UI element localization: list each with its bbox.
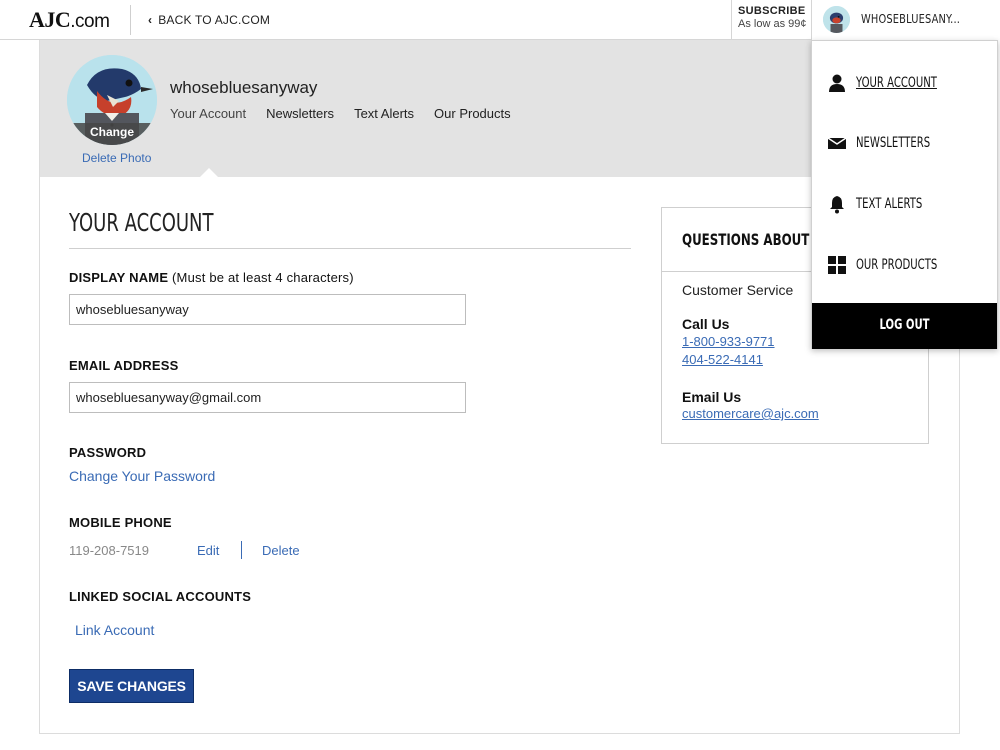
profile-avatar[interactable]: Change — [67, 55, 157, 145]
password-label: PASSWORD — [69, 445, 147, 460]
display-name-label-text: DISPLAY NAME — [69, 270, 169, 285]
link-account-link[interactable]: Link Account — [75, 622, 154, 638]
username-short: WHOSEBLUESANY... — [861, 12, 961, 26]
mobile-phone-label: MOBILE PHONE — [69, 515, 172, 530]
customer-service-label: Customer Service — [682, 282, 794, 298]
save-changes-button[interactable]: SAVE CHANGES — [69, 669, 194, 703]
delete-phone-link[interactable]: Delete — [262, 543, 300, 558]
envelope-icon — [827, 137, 847, 149]
user-dropdown-menu: YOUR ACCOUNT NEWSLETTERS TEXT ALERTS OUR… — [811, 40, 998, 349]
display-name-label: DISPLAY NAME (Must be at least 4 charact… — [69, 270, 354, 285]
logo-suffix: .com — [70, 11, 110, 32]
logo-main: AJC — [29, 7, 71, 32]
top-bar: AJC.com ‹ BACK TO AJC.COM SUBSCRIBE As lo… — [0, 0, 1000, 40]
change-photo-button[interactable]: Change — [67, 123, 157, 145]
back-link-label: BACK TO AJC.COM — [158, 13, 271, 27]
log-out-label: LOG OUT — [879, 317, 930, 333]
delete-photo-link[interactable]: Delete Photo — [82, 151, 151, 165]
profile-nav: Your Account Newsletters Text Alerts Our… — [170, 106, 531, 121]
divider — [69, 248, 631, 249]
support-email-link[interactable]: customercare@ajc.com — [682, 406, 819, 421]
tab-text-alerts[interactable]: Text Alerts — [354, 106, 414, 121]
email-us-label: Email Us — [682, 389, 742, 405]
bell-icon — [830, 196, 844, 214]
top-divider — [130, 5, 131, 35]
phone-link-2[interactable]: 404-522-4141 — [682, 352, 763, 367]
questions-title: QUESTIONS ABOUT Y — [682, 230, 823, 249]
tab-your-account[interactable]: Your Account — [170, 106, 246, 121]
phone-action-separator — [241, 541, 242, 559]
menu-item-label: OUR PRODUCTS — [856, 257, 938, 273]
page-title: YOUR ACCOUNT — [69, 208, 214, 237]
subscribe-price: As low as 99¢ — [738, 18, 807, 30]
call-us-label: Call Us — [682, 316, 730, 332]
tab-newsletters[interactable]: Newsletters — [266, 106, 334, 121]
email-label: EMAIL ADDRESS — [69, 358, 179, 373]
display-name-hint: (Must be at least 4 characters) — [172, 270, 354, 285]
active-tab-caret — [200, 168, 218, 177]
menu-item-label: TEXT ALERTS — [856, 196, 923, 212]
ajc-logo[interactable]: AJC.com — [29, 7, 110, 33]
back-to-ajc-link[interactable]: ‹ BACK TO AJC.COM — [148, 13, 270, 27]
email-field[interactable] — [69, 382, 466, 413]
menu-item-label: YOUR ACCOUNT — [856, 75, 937, 91]
person-icon — [829, 74, 845, 92]
avatar — [823, 6, 850, 33]
mobile-phone-value: 119-208-7519 — [69, 543, 149, 558]
menu-item-text-alerts[interactable]: TEXT ALERTS — [812, 184, 997, 224]
linked-social-label: LINKED SOCIAL ACCOUNTS — [69, 589, 252, 604]
user-menu-button[interactable]: WHOSEBLUESANY... — [811, 0, 1000, 40]
change-password-link[interactable]: Change Your Password — [69, 468, 215, 484]
subscribe-title: SUBSCRIBE — [738, 5, 806, 17]
log-out-button[interactable]: LOG OUT — [812, 303, 997, 349]
display-name-field[interactable] — [69, 294, 466, 325]
bird-avatar-icon — [823, 6, 850, 33]
menu-item-your-account[interactable]: YOUR ACCOUNT — [812, 63, 997, 103]
chevron-left-icon: ‹ — [148, 13, 153, 27]
edit-phone-link[interactable]: Edit — [197, 543, 219, 558]
tab-our-products[interactable]: Our Products — [434, 106, 511, 121]
phone-link-1[interactable]: 1-800-933-9771 — [682, 334, 775, 349]
menu-item-newsletters[interactable]: NEWSLETTERS — [812, 123, 997, 163]
grid-icon — [828, 256, 846, 274]
subscribe-link[interactable]: SUBSCRIBE As low as 99¢ — [731, 0, 811, 40]
menu-item-our-products[interactable]: OUR PRODUCTS — [812, 245, 997, 285]
menu-item-label: NEWSLETTERS — [856, 135, 931, 151]
profile-username: whosebluesanyway — [170, 78, 318, 97]
